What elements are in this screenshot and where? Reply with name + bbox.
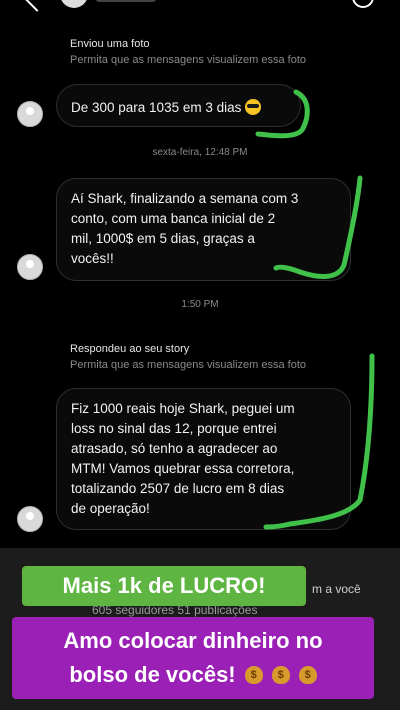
annotation-stroke	[273, 175, 363, 279]
profile-follow-text: m a você	[312, 582, 361, 596]
caption-highlight-green: Mais 1k de LUCRO!	[22, 566, 306, 606]
money-bag-icon	[298, 658, 317, 692]
caption-line-with-emojis: bolso de vocês!	[12, 658, 374, 692]
emoji-row	[236, 658, 317, 692]
annotation-stroke	[255, 89, 310, 139]
caption-line: bolso de vocês!	[69, 662, 236, 687]
caption-line: Amo colocar dinheiro no	[63, 628, 323, 653]
caption-highlight-purple: Amo colocar dinheiro no bolso de vocês!	[12, 617, 374, 699]
money-bag-icon	[271, 658, 290, 692]
annotation-stroke	[263, 353, 375, 530]
money-bag-icon	[244, 658, 263, 692]
